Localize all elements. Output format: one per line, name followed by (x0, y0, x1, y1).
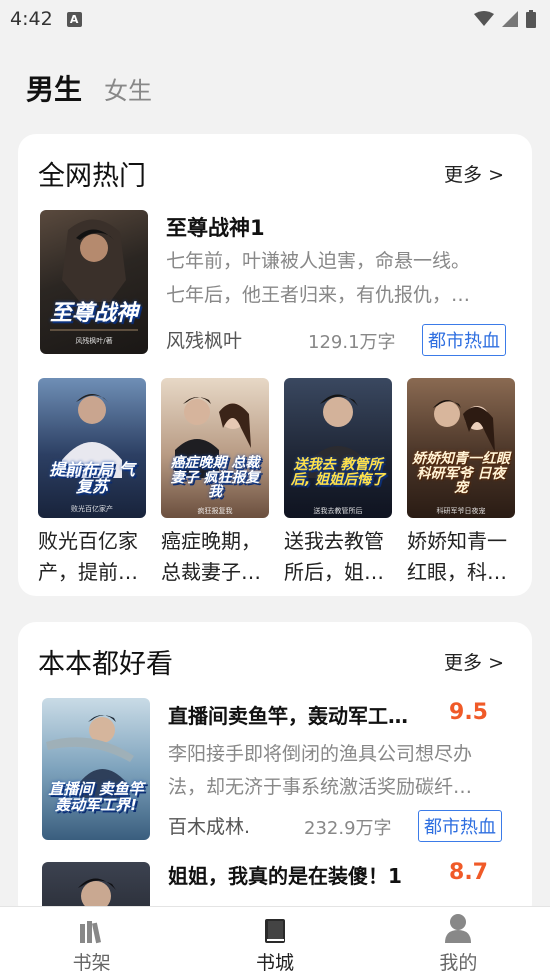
hot-section-card: 全网热门 更多 > 至尊战神 风残枫叶/著 至尊战神1 七年前，叶谦被人迫害，命… (18, 134, 532, 596)
book-cover[interactable]: 至尊战神 风残枫叶/著 (40, 210, 148, 354)
book-title-line: 总裁妻子… (161, 560, 261, 584)
grid-book[interactable]: 提前布局 气复苏 败光百亿家产 败光百亿家 产，提前… (38, 378, 146, 588)
book-word-count: 129.1万字 (308, 332, 396, 353)
book-description-line: 七年后，他王者归来，有仇报仇，… (166, 284, 471, 306)
wifi-icon (474, 11, 494, 26)
book-description-line: 法，却无济于事系统激活奖励碳纤… (168, 776, 473, 798)
book-cover[interactable]: 直播间 卖鱼竿 轰动军工界! (42, 698, 150, 840)
book-score: 8.7 (449, 860, 488, 885)
featured-book[interactable]: 至尊战神 风残枫叶/著 至尊战神1 七年前，叶谦被人迫害，命悬一线。 七年后，他… (40, 208, 514, 356)
user-icon (445, 914, 472, 943)
tab-female[interactable]: 女生 (104, 71, 152, 106)
gender-tabs: 男生 女生 (26, 68, 152, 108)
cover-title: 提前布局 气复苏 (49, 460, 135, 496)
book-description: 七年前，叶谦被人迫害，命悬一线。 七年后，他王者归来，有仇报仇，… (166, 244, 502, 312)
book-title[interactable]: 至尊战神1 (166, 212, 265, 242)
section-title: 全网热门 (38, 161, 146, 192)
nav-mine-label: 我的 (439, 952, 478, 974)
nav-bookstore[interactable]: 书城 (183, 907, 366, 979)
battery-icon (526, 10, 536, 28)
nav-mine[interactable]: 我的 (367, 907, 550, 979)
status-bar: 4:42 A (0, 0, 550, 38)
book-description-line: 七年前，叶谦被人迫害，命悬一线。 (166, 250, 471, 272)
nav-bookstore-label: 书城 (255, 952, 294, 974)
book-title-line: 送我去教管 (284, 529, 384, 553)
book-cover[interactable]: 癌症晚期 总裁妻子 疯狂报复我 疯狂报复我 (161, 378, 269, 518)
book-title-line: 癌症晚期， (161, 529, 261, 553)
book-grid: 提前布局 气复苏 败光百亿家产 败光百亿家 产，提前… 癌症晚期 总裁妻子 疯狂… (38, 378, 515, 588)
good-section-card: 本本都好看 更多 > 直播间 卖鱼竿 轰动军工界! 直播间卖鱼竿，轰动军工… 9… (18, 622, 532, 922)
cover-author: 败光百亿家产 (71, 505, 113, 513)
book-author: 风残枫叶 (166, 330, 243, 352)
book-icon (264, 919, 285, 943)
cover-title: 娇娇知青一红眼 科研军爷 日夜宠 (412, 451, 510, 497)
nav-bookshelf-label: 书架 (72, 952, 111, 974)
cover-author: 风残枫叶/著 (75, 337, 113, 345)
book-description: 李阳接手即将倒闭的渔具公司想尽办 法，却无济于事系统激活奖励碳纤… (168, 738, 504, 804)
cover-title: 直播间 卖鱼竿 轰动军工界! (48, 780, 144, 814)
book-cover[interactable]: 娇娇知青一红眼 科研军爷 日夜宠 科研军爷日夜宠 (407, 378, 515, 518)
book-word-count: 232.9万字 (304, 818, 392, 839)
tab-male[interactable]: 男生 (26, 68, 82, 108)
book-title[interactable]: 娇娇知青一 红眼，科… (407, 526, 515, 588)
nav-bookshelf[interactable]: 书架 (0, 907, 183, 979)
bottom-nav: 书架 书城 我的 (0, 906, 550, 979)
cover-author: 送我去教管所后 (313, 507, 363, 515)
cover-title: 至尊战神 (49, 301, 138, 326)
section-title: 本本都好看 (38, 649, 173, 680)
book-title[interactable]: 败光百亿家 产，提前… (38, 526, 146, 588)
book-score: 9.5 (449, 700, 488, 725)
book-title-line: 所后，姐… (284, 560, 384, 584)
more-link[interactable]: 更多 > (444, 648, 504, 675)
book-author: 百木成林. (168, 816, 251, 838)
book-title[interactable]: 直播间卖鱼竿，轰动军工… (168, 700, 440, 729)
cellular-signal-icon (502, 11, 518, 27)
genre-tag[interactable]: 都市热血 (418, 810, 502, 842)
ranked-book[interactable]: 直播间 卖鱼竿 轰动军工界! 直播间卖鱼竿，轰动军工… 9.5 李阳接手即将倒闭… (42, 698, 514, 842)
cover-author: 科研军爷日夜宠 (436, 507, 486, 515)
notification-a-icon: A (66, 11, 82, 27)
cover-title: 送我去 教管所后, 姐姐后悔了 (290, 457, 386, 488)
cover-title: 癌症晚期 总裁妻子 疯狂报复我 (170, 455, 260, 501)
grid-book[interactable]: 娇娇知青一红眼 科研军爷 日夜宠 科研军爷日夜宠 娇娇知青一 红眼，科… (407, 378, 515, 588)
book-cover[interactable]: 提前布局 气复苏 败光百亿家产 (38, 378, 146, 518)
book-title[interactable]: 姐姐，我真的是在装傻！1 (168, 860, 440, 889)
grid-book[interactable]: 癌症晚期 总裁妻子 疯狂报复我 疯狂报复我 癌症晚期， 总裁妻子… (161, 378, 269, 588)
book-cover[interactable]: 送我去 教管所后, 姐姐后悔了 送我去教管所后 (284, 378, 392, 518)
book-title[interactable]: 癌症晚期， 总裁妻子… (161, 526, 269, 588)
cover-author: 疯狂报复我 (197, 507, 233, 515)
bookshelf-icon (79, 921, 101, 944)
book-title-line: 娇娇知青一 (407, 529, 507, 553)
status-time: 4:42 (10, 8, 53, 30)
book-title-line: 红眼，科… (407, 560, 507, 584)
book-title-line: 败光百亿家 (38, 529, 138, 553)
grid-book[interactable]: 送我去 教管所后, 姐姐后悔了 送我去教管所后 送我去教管 所后，姐… (284, 378, 392, 588)
book-title-line: 产，提前… (38, 560, 138, 584)
book-title[interactable]: 送我去教管 所后，姐… (284, 526, 392, 588)
more-link[interactable]: 更多 > (444, 160, 504, 187)
genre-tag[interactable]: 都市热血 (422, 324, 506, 356)
book-description-line: 李阳接手即将倒闭的渔具公司想尽办 (168, 743, 473, 765)
